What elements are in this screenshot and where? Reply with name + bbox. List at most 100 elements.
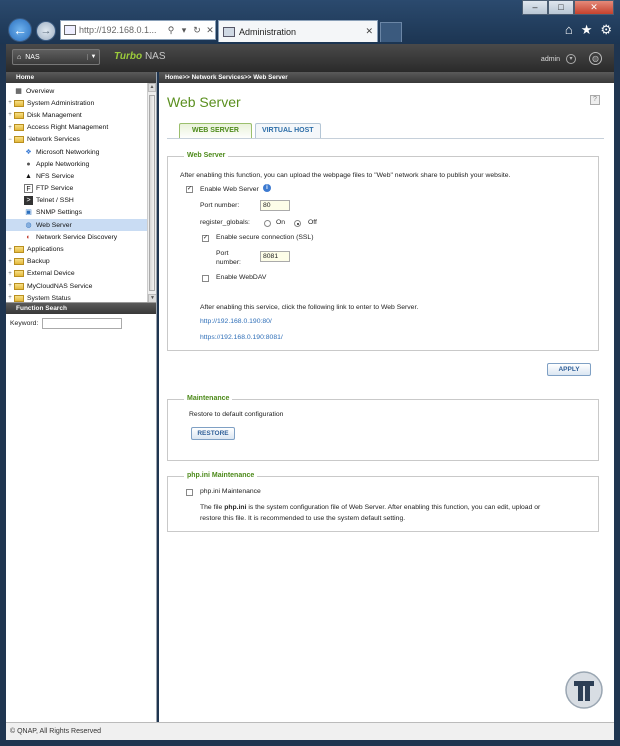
sidebar-item-label: Network Services [27, 136, 80, 144]
linux-icon: ▲ [25, 172, 32, 180]
sidebar-item-ftp-service[interactable]: F FTP Service [6, 183, 156, 195]
sidebar-item-label: Overview [26, 87, 55, 95]
home-icon[interactable]: ⌂ [565, 22, 573, 38]
sidebar-item-mycloudnas-service[interactable]: + MyCloudNAS Service [6, 280, 156, 292]
on-label: On [276, 219, 286, 226]
dropdown-icon[interactable]: ▾ [179, 25, 189, 36]
help-icon[interactable]: ? [590, 95, 600, 105]
user-menu[interactable]: admin ▾ [541, 54, 576, 64]
minimize-button[interactable]: – [522, 0, 548, 15]
sidebar-item-network-services[interactable]: − Network Services [6, 134, 156, 146]
sidebar-item-disk-management[interactable]: + Disk Management [6, 109, 156, 121]
brand-turbo: Turbo [114, 51, 143, 62]
window-controls: – □ ✕ [522, 0, 614, 15]
browser-tab[interactable]: Administration ✕ [218, 20, 378, 42]
refresh-icon[interactable]: ↻ [192, 25, 202, 36]
nas-selector-label: NAS [25, 53, 40, 61]
phpini-description-line1: The file php.ini is the system configura… [200, 504, 540, 511]
new-tab-button[interactable] [380, 22, 402, 42]
expand-icon[interactable]: + [6, 271, 14, 277]
port-input[interactable]: 80 [260, 200, 290, 211]
maximize-button[interactable]: □ [548, 0, 574, 15]
sidebar-item-system-status[interactable]: + System Status [6, 292, 156, 302]
sidebar-item-web-server[interactable]: ◍ Web Server [6, 219, 156, 232]
footer-copyright: © QNAP, All Rights Reserved [6, 722, 614, 740]
address-bar[interactable]: http://192.168.0.1... ⚲ ▾ ↻ ✕ [60, 20, 216, 40]
globe-icon[interactable]: ◍ [589, 52, 602, 65]
web-server-description: After enabling this function, you can up… [180, 172, 511, 179]
sidebar-item-system-administration[interactable]: + System Administration [6, 97, 156, 109]
close-window-button[interactable]: ✕ [574, 0, 614, 15]
section-legend: Web Server [184, 152, 229, 159]
expand-icon[interactable]: + [6, 259, 14, 265]
link-intro: After enabling this service, click the f… [200, 304, 419, 311]
sidebar-item-applications[interactable]: + Applications [6, 243, 156, 255]
register-globals-label: register_globals: [200, 219, 250, 226]
section-legend: php.ini Maintenance [184, 472, 258, 479]
chevron-down-icon: ▼ [87, 54, 99, 60]
sidebar-item-access-right-management[interactable]: + Access Right Management [6, 122, 156, 134]
forward-button[interactable]: → [36, 21, 56, 41]
expand-icon[interactable]: + [6, 125, 14, 131]
folder-icon [14, 111, 24, 119]
scrollbar-thumb[interactable] [149, 95, 155, 291]
http-link[interactable]: http://192.168.0.190:80/ [200, 318, 272, 325]
keyword-input[interactable] [42, 318, 123, 329]
phpini-checkbox[interactable] [186, 489, 193, 496]
page-icon [64, 25, 76, 35]
sidebar-header: Home [6, 72, 156, 83]
register-globals-on-radio[interactable] [264, 220, 271, 227]
expand-icon[interactable]: + [6, 100, 14, 106]
tab-virtual-host[interactable]: VIRTUAL HOST [254, 123, 321, 138]
page-title: Web Server [167, 94, 241, 110]
search-icon[interactable]: ⚲ [166, 25, 176, 36]
sidebar-item-microsoft-networking[interactable]: ❖ Microsoft Networking [6, 146, 156, 158]
sidebar-item-network-service-discovery[interactable]: ◐ Network Service Discovery [6, 231, 156, 243]
webdav-checkbox[interactable] [202, 275, 209, 282]
star-icon[interactable]: ★ [581, 22, 593, 38]
sidebar-item-label: Web Server [36, 221, 72, 229]
back-button[interactable]: ← [8, 18, 32, 42]
sidebar-item-apple-networking[interactable]: ● Apple Networking [6, 158, 156, 170]
scroll-up-icon[interactable]: ▲ [148, 83, 156, 92]
ssl-checkbox[interactable]: ✓ [202, 235, 209, 242]
sidebar-item-label: NFS Service [36, 172, 75, 180]
apply-button[interactable]: APPLY [547, 363, 591, 376]
close-icon[interactable]: ✕ [205, 25, 215, 36]
phpini-desc-bold: php.ini [224, 504, 247, 511]
ssl-port-input[interactable]: 8081 [260, 251, 290, 262]
enable-web-server-checkbox[interactable]: ✓ [186, 186, 193, 193]
scroll-down-icon[interactable]: ▼ [148, 294, 156, 302]
sidebar-item-nfs-service[interactable]: ▲ NFS Service [6, 170, 156, 182]
restore-button[interactable]: RESTORE [191, 427, 235, 440]
sidebar-item-backup[interactable]: + Backup [6, 256, 156, 268]
info-icon[interactable]: i [263, 184, 271, 192]
sidebar-item-telnet-ssh[interactable]: > Telnet / SSH [6, 195, 156, 207]
register-globals-off-radio[interactable] [294, 220, 301, 227]
expand-icon[interactable]: + [6, 112, 14, 118]
collapse-icon[interactable]: − [6, 137, 14, 143]
folder-icon [14, 282, 24, 290]
expand-icon[interactable]: + [6, 295, 14, 301]
expand-icon[interactable]: + [6, 247, 14, 253]
tab-bar: WEB SERVER VIRTUAL HOST [179, 123, 321, 139]
chevron-down-icon[interactable]: ▾ [566, 54, 576, 64]
sidebar-item-external-device[interactable]: + External Device [6, 268, 156, 280]
webdav-label: Enable WebDAV [216, 274, 267, 281]
app-header: ⌂ NAS ▼ Turbo NAS admin ▾ ◍ [6, 44, 614, 72]
sidebar-item-label: Network Service Discovery [36, 233, 118, 241]
sidebar-item-label: Applications [27, 246, 64, 254]
nas-selector[interactable]: ⌂ NAS ▼ [12, 49, 100, 65]
gear-icon[interactable]: ⚙ [600, 22, 612, 38]
tab-web-server[interactable]: WEB SERVER [179, 123, 252, 139]
url-text[interactable]: http://192.168.0.1... [79, 25, 163, 35]
close-tab-icon[interactable]: ✕ [365, 26, 373, 37]
sidebar-item-overview[interactable]: ▦ Overview [6, 85, 156, 97]
https-link[interactable]: https://192.168.0.190:8081/ [200, 334, 283, 341]
sidebar-item-snmp-settings[interactable]: ▣ SNMP Settings [6, 207, 156, 219]
tree-scrollbar[interactable]: ▲ ▼ [147, 83, 156, 302]
section-legend: Maintenance [184, 395, 233, 402]
sidebar-item-label: SNMP Settings [36, 209, 82, 217]
restore-text: Restore to default configuration [189, 411, 284, 418]
expand-icon[interactable]: + [6, 283, 14, 289]
